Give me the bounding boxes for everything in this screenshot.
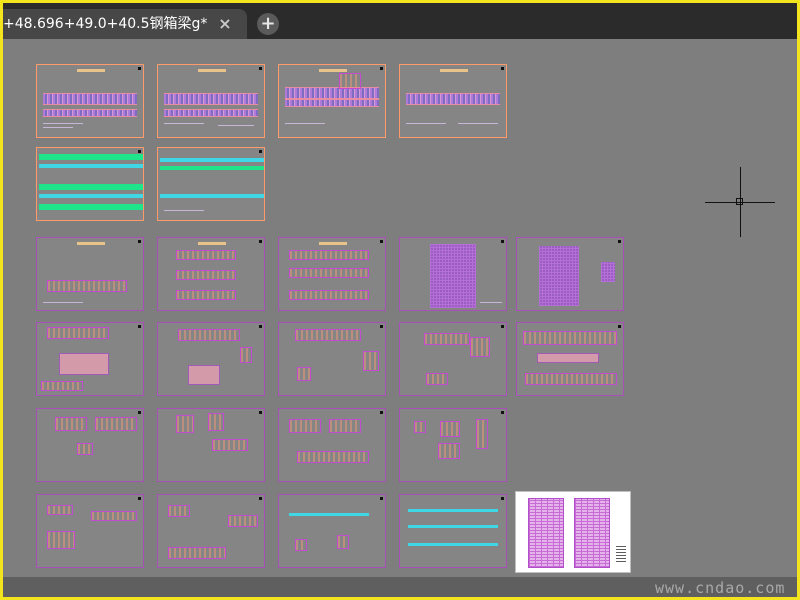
drawing-sheet[interactable] bbox=[516, 322, 624, 396]
drawing-sheet[interactable] bbox=[157, 237, 265, 311]
close-icon[interactable]: × bbox=[215, 14, 235, 34]
drawing-sheet[interactable] bbox=[399, 237, 507, 311]
drawing-tab-title: +48.696+49.0+40.5钢箱梁g* bbox=[3, 16, 208, 32]
crosshair-cursor-icon bbox=[705, 167, 775, 237]
drawing-sheet[interactable] bbox=[36, 322, 144, 396]
drawing-sheet[interactable] bbox=[278, 237, 386, 311]
drawing-sheet[interactable] bbox=[36, 237, 144, 311]
watermark-text: www.cndao.com bbox=[655, 579, 786, 597]
drawing-sheet[interactable] bbox=[399, 494, 507, 568]
drawing-sheet[interactable] bbox=[278, 322, 386, 396]
drawing-sheet[interactable] bbox=[157, 147, 265, 221]
cad-window: +48.696+49.0+40.5钢箱梁g* × + www.cndao.com bbox=[3, 3, 797, 597]
drawing-sheet[interactable] bbox=[516, 237, 624, 311]
drawing-sheet[interactable] bbox=[278, 64, 386, 138]
drawing-sheet[interactable] bbox=[278, 494, 386, 568]
highlighted-table-sheet[interactable] bbox=[515, 491, 631, 573]
drawing-sheet[interactable] bbox=[157, 64, 265, 138]
drawing-sheet[interactable] bbox=[399, 322, 507, 396]
model-space-canvas[interactable] bbox=[3, 39, 797, 577]
drawing-tab[interactable]: +48.696+49.0+40.5钢箱梁g* × bbox=[3, 9, 247, 39]
drawing-sheet[interactable] bbox=[36, 147, 144, 221]
new-tab-button[interactable]: + bbox=[257, 13, 279, 35]
drawing-sheet[interactable] bbox=[157, 322, 265, 396]
drawing-sheet[interactable] bbox=[157, 408, 265, 482]
drawing-sheet[interactable] bbox=[36, 494, 144, 568]
horizontal-scrollbar[interactable]: www.cndao.com bbox=[3, 577, 797, 597]
drawing-sheet[interactable] bbox=[157, 494, 265, 568]
drawing-sheet[interactable] bbox=[399, 64, 507, 138]
drawing-sheet[interactable] bbox=[36, 408, 144, 482]
tab-bar: +48.696+49.0+40.5钢箱梁g* × + bbox=[3, 3, 797, 39]
drawing-sheet[interactable] bbox=[399, 408, 507, 482]
drawing-sheet[interactable] bbox=[36, 64, 144, 138]
drawing-sheet[interactable] bbox=[278, 408, 386, 482]
